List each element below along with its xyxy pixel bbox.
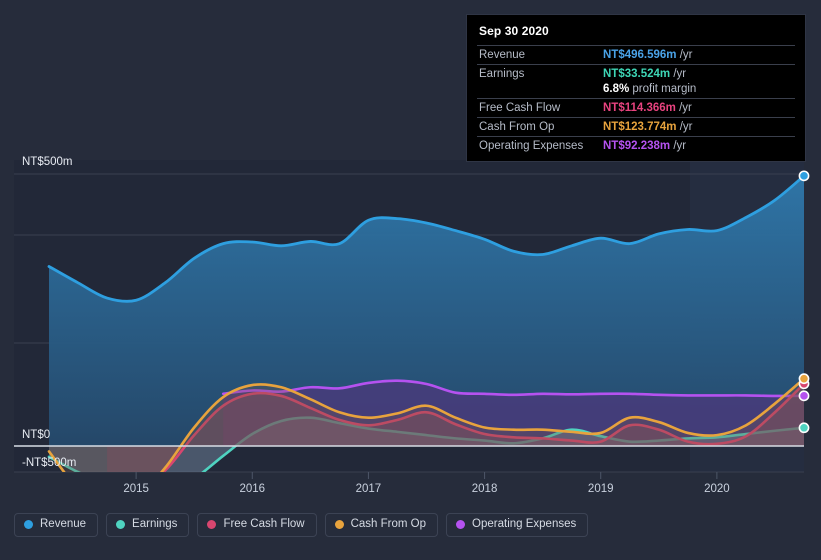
legend-color-dot bbox=[456, 520, 466, 530]
tooltip-unit: /yr bbox=[675, 102, 692, 114]
endpoint-marker-operating-expenses[interactable] bbox=[798, 390, 810, 402]
y-tick-label-0: NT$0 bbox=[22, 429, 50, 441]
tooltip-margin-pct: 6.8% bbox=[603, 83, 630, 95]
tooltip-unit: /yr bbox=[670, 68, 687, 80]
legend-item-label: Cash From Op bbox=[350, 518, 427, 530]
legend-color-dot bbox=[116, 520, 126, 530]
tooltip-row: Operating Expenses NT$92.238m /yr bbox=[477, 136, 795, 155]
tooltip-row-value: NT$92.238m /yr bbox=[601, 136, 795, 155]
tooltip-row-value: NT$496.596m /yr bbox=[601, 45, 795, 65]
tooltip-table: Revenue NT$496.596m /yr Earnings NT$33.524m… bbox=[477, 45, 795, 155]
x-tick-label-2018: 2018 bbox=[472, 483, 498, 495]
legend-color-dot bbox=[24, 520, 33, 530]
y-tick-label-500m: NT$500m bbox=[22, 156, 73, 168]
legend-item-label: Free Cash Flow bbox=[223, 518, 305, 530]
endpoint-marker-cash-from-op[interactable] bbox=[798, 373, 810, 385]
endpoint-marker-earnings[interactable] bbox=[798, 422, 810, 434]
tooltip-amount: NT$114.366m bbox=[603, 102, 676, 114]
tooltip-margin-value: 6.8% profit margin bbox=[601, 83, 795, 99]
x-tick-label-2016: 2016 bbox=[239, 483, 265, 495]
chart-legend[interactable]: Revenue Earnings Free Cash Flow Cash From O… bbox=[14, 513, 589, 537]
tooltip-unit: /yr bbox=[676, 121, 693, 133]
tooltip-unit: /yr bbox=[676, 49, 693, 61]
legend-item-label: Revenue bbox=[40, 518, 87, 530]
tooltip-amount: NT$496.596m bbox=[603, 49, 677, 61]
tooltip-amount: NT$33.524m bbox=[603, 68, 671, 80]
tooltip-date: Sep 30 2020 bbox=[479, 24, 549, 38]
legend-item-free-cash-flow[interactable]: Free Cash Flow bbox=[197, 513, 317, 537]
legend-item-cash-from-op[interactable]: Cash From Op bbox=[324, 513, 439, 537]
x-tick-label-2019: 2019 bbox=[588, 483, 614, 495]
x-tick-label-2015: 2015 bbox=[123, 483, 149, 495]
legend-item-earnings[interactable]: Earnings bbox=[106, 513, 190, 537]
x-tick-label-2017: 2017 bbox=[356, 483, 382, 495]
tooltip-row-label: Free Cash Flow bbox=[477, 98, 601, 118]
tooltip-row-label: Earnings bbox=[477, 64, 601, 83]
y-tick-label-neg500m: -NT$500m bbox=[22, 457, 76, 469]
tooltip-amount: NT$123.774m bbox=[603, 121, 677, 133]
chart-page: NT$500m NT$0 -NT$500m 2015 2016 2017 2018 20… bbox=[0, 0, 821, 560]
tooltip-row: Earnings NT$33.524m /yr bbox=[477, 64, 795, 83]
legend-item-operating-expenses[interactable]: Operating Expenses bbox=[446, 513, 589, 537]
tooltip-margin-label: profit margin bbox=[629, 83, 697, 95]
tooltip-row-value: NT$114.366m /yr bbox=[601, 98, 795, 118]
tooltip-row-label: Cash From Op bbox=[477, 117, 601, 137]
legend-color-dot bbox=[207, 520, 217, 530]
tooltip-row-label: Operating Expenses bbox=[477, 136, 601, 155]
endpoint-marker-revenue[interactable] bbox=[798, 170, 810, 182]
tooltip-margin-row: 6.8% profit margin bbox=[477, 83, 795, 99]
tooltip-row-value: NT$123.774m /yr bbox=[601, 117, 795, 137]
tooltip-row: Revenue NT$496.596m /yr bbox=[477, 45, 795, 65]
tooltip-margin-spacer bbox=[477, 83, 601, 99]
x-axis-labels: 2015 2016 2017 2018 2019 2020 bbox=[123, 472, 730, 495]
tooltip-row: Free Cash Flow NT$114.366m /yr bbox=[477, 98, 795, 118]
tooltip-amount: NT$92.238m bbox=[603, 140, 671, 152]
tooltip-row-value: NT$33.524m /yr bbox=[601, 64, 795, 83]
legend-item-revenue[interactable]: Revenue bbox=[14, 513, 99, 537]
legend-item-label: Earnings bbox=[132, 518, 178, 530]
tooltip-row-label: Revenue bbox=[477, 45, 601, 65]
chart-tooltip: Sep 30 2020 Revenue NT$496.596m /yr Earnin… bbox=[466, 14, 806, 162]
tooltip-unit: /yr bbox=[670, 140, 687, 152]
legend-color-dot bbox=[334, 520, 344, 530]
x-tick-label-2020: 2020 bbox=[704, 483, 730, 495]
legend-item-label: Operating Expenses bbox=[472, 518, 577, 530]
tooltip-row: Cash From Op NT$123.774m /yr bbox=[477, 117, 795, 137]
